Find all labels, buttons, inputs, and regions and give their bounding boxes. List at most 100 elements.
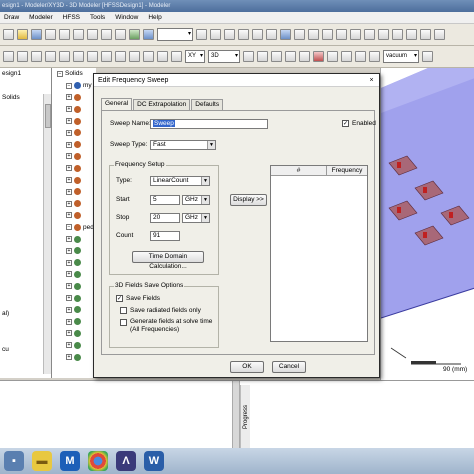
display-button[interactable]: Display >> [230,194,267,206]
new-icon[interactable] [3,29,14,40]
select-icon[interactable] [196,29,207,40]
count-input[interactable]: 91 [150,231,180,241]
tree-item[interactable]: + [52,292,96,304]
material-select[interactable]: vacuum [383,50,419,63]
tree-item[interactable]: + [52,115,96,127]
tab-general[interactable]: General [101,98,133,110]
expand-icon[interactable]: + [66,212,72,219]
expand-icon[interactable]: + [66,141,72,148]
sweep-type-select[interactable]: Fast ▼ [150,140,216,150]
tree-item[interactable]: + [52,304,96,316]
paste-icon[interactable] [73,29,84,40]
copy-icon[interactable] [59,29,70,40]
collapse-icon[interactable]: − [57,70,63,77]
tree-item[interactable]: + [52,280,96,292]
expand-icon[interactable]: + [66,177,72,184]
tree-item[interactable]: + [52,198,96,210]
expand-icon[interactable]: + [66,271,72,278]
plane-select[interactable]: XY [185,50,205,63]
settings-icon[interactable] [406,29,417,40]
ellipse-icon[interactable] [87,51,98,62]
tree-item-solids[interactable]: − Solids [52,68,96,80]
start-icon[interactable]: ▪ [4,451,24,471]
snap-icon[interactable] [392,29,403,40]
zoom-icon[interactable] [238,29,249,40]
sweep-name-input[interactable]: Sweep [150,119,268,129]
sphere-icon[interactable] [143,51,154,62]
collapse-icon[interactable]: − [66,82,72,89]
expand-icon[interactable]: + [66,330,72,337]
progress-tab[interactable]: Progress [240,385,250,449]
menu-draw[interactable]: Draw [4,14,19,21]
tree-item[interactable]: + [52,257,96,269]
collapse-icon[interactable]: − [66,224,72,231]
help-icon[interactable] [280,29,291,40]
expand-icon[interactable]: + [66,354,72,361]
expand-icon[interactable]: + [66,165,72,172]
expand-icon[interactable]: + [66,200,72,207]
undo-icon[interactable] [87,29,98,40]
tree-item[interactable]: + [52,103,96,115]
tree-item[interactable]: + [52,174,96,186]
tree-item[interactable]: + [52,351,96,363]
redo-icon[interactable] [101,29,112,40]
stop-input[interactable]: 20 [150,213,180,223]
fit-all-icon[interactable] [252,29,263,40]
scroll-thumb[interactable] [45,104,51,128]
stop-unit-select[interactable]: GHz ▼ [182,213,210,223]
cut-icon[interactable] [45,29,56,40]
hfss-icon[interactable]: Λ [116,451,136,471]
intersect-icon[interactable] [341,51,352,62]
fit-selection-icon[interactable] [266,29,277,40]
tree-item[interactable]: + [52,269,96,281]
tree-item[interactable]: + [52,328,96,340]
orient-icon[interactable] [294,29,305,40]
cylinder-icon[interactable] [129,51,140,62]
grid-icon[interactable] [322,29,333,40]
expand-icon[interactable]: + [66,106,72,113]
tree-item[interactable]: + [52,139,96,151]
validate-icon[interactable] [129,29,140,40]
tree-item[interactable]: − ped [52,221,96,233]
expand-icon[interactable]: + [66,318,72,325]
rectangle-icon[interactable] [59,51,70,62]
tree-item[interactable]: + [52,245,96,257]
expand-icon[interactable]: + [66,236,72,243]
tree-item[interactable]: + [52,92,96,104]
coordinate-icon[interactable] [369,51,380,62]
menu-tools[interactable]: Tools [90,14,105,21]
torus-icon[interactable] [157,51,168,62]
cancel-button[interactable]: Cancel [272,361,306,373]
rotate-object-icon[interactable] [257,51,268,62]
move-icon[interactable] [243,51,254,62]
save-radiated-checkbox[interactable] [120,307,127,314]
generate-fields-checkbox[interactable] [120,319,127,326]
arc-icon[interactable] [31,51,42,62]
shade-icon[interactable] [336,29,347,40]
box-icon[interactable] [115,51,126,62]
expand-icon[interactable]: + [66,153,72,160]
tab-defaults[interactable]: Defaults [191,99,224,110]
tree-item[interactable]: + [52,339,96,351]
dimension-select[interactable]: 3D [208,50,240,63]
scale-icon[interactable] [299,51,310,62]
ok-button[interactable]: OK [230,361,264,373]
pan-icon[interactable] [210,29,221,40]
enabled-checkbox[interactable]: ✓ [342,120,349,127]
expand-icon[interactable]: + [66,283,72,290]
folder-icon[interactable]: ▬ [32,451,52,471]
subtract-icon[interactable] [327,51,338,62]
view-icon[interactable] [308,29,319,40]
modeler-3d-view[interactable]: 90 (mm) [380,68,474,380]
wireframe-icon[interactable] [350,29,361,40]
tab-dc-extrapolation[interactable]: DC Extrapolation [133,99,191,110]
polygon-icon[interactable] [101,51,112,62]
line-icon[interactable] [3,51,14,62]
tree-item[interactable]: + [52,316,96,328]
start-unit-select[interactable]: GHz ▼ [182,195,210,205]
start-input[interactable]: 5 [150,195,180,205]
menu-modeler[interactable]: Modeler [29,14,52,21]
menu-window[interactable]: Window [115,14,138,21]
expand-icon[interactable]: + [66,295,72,302]
spline-icon[interactable] [17,51,28,62]
